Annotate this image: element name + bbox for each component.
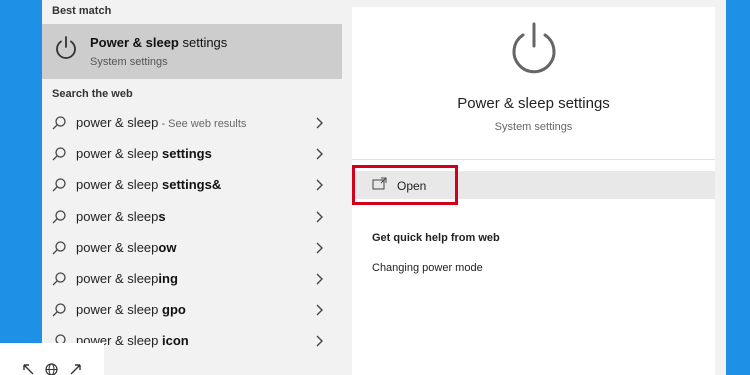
web-result-label: power & sleeping: [76, 271, 178, 286]
chevron-right-icon[interactable]: [314, 272, 324, 286]
arrow-up-right-icon[interactable]: [70, 363, 82, 375]
chevron-right-icon[interactable]: [314, 147, 324, 161]
search-icon: [52, 178, 66, 192]
web-result-item[interactable]: power & sleeps: [42, 202, 342, 232]
chevron-right-icon[interactable]: [314, 303, 324, 317]
web-result-label: power & sleep gpo: [76, 302, 186, 318]
preview-pane: Power & sleep settings System settings O…: [352, 7, 715, 375]
power-icon: [512, 22, 556, 74]
search-results-panel: Best match Power & sleep settings System…: [42, 0, 726, 375]
search-icon: [52, 303, 66, 317]
preview-title: Power & sleep settings: [457, 95, 610, 112]
web-result-item[interactable]: power & sleep gpo: [42, 295, 342, 325]
web-result-label: power & sleep - See web results: [76, 115, 247, 130]
web-result-item[interactable]: power & sleep settings: [42, 139, 342, 169]
open-button-highlight: [352, 165, 458, 205]
search-icon: [52, 147, 66, 161]
best-match-heading: Best match: [52, 5, 112, 17]
help-link-power-mode[interactable]: Changing power mode: [372, 262, 483, 274]
quick-help-heading: Get quick help from web: [372, 232, 500, 244]
divider: [352, 159, 715, 160]
best-match-subtitle: System settings: [90, 56, 168, 68]
power-icon: [56, 36, 76, 59]
chevron-right-icon[interactable]: [314, 241, 324, 255]
search-web-heading: Search the web: [52, 88, 133, 100]
search-icon: [52, 241, 66, 255]
arrow-up-left-icon[interactable]: [22, 363, 34, 375]
web-result-label: power & sleep settings&: [76, 177, 222, 193]
chevron-right-icon[interactable]: [314, 178, 324, 192]
preview-subtitle: System settings: [494, 121, 573, 133]
best-match-item[interactable]: Power & sleep settings System settings: [42, 24, 342, 79]
globe-icon[interactable]: [45, 363, 58, 375]
best-match-title: Power & sleep settings: [90, 35, 228, 50]
search-icon: [52, 116, 66, 130]
chevron-right-icon[interactable]: [314, 334, 324, 348]
web-result-label: power & sleeps: [76, 208, 166, 224]
chevron-right-icon[interactable]: [314, 210, 324, 224]
tray-area: [0, 343, 104, 375]
web-result-item[interactable]: power & sleeping: [42, 264, 342, 294]
web-result-item[interactable]: power & sleepow: [42, 233, 342, 263]
search-icon: [52, 272, 66, 286]
search-icon: [52, 209, 66, 224]
web-result-label: power & sleepow: [76, 239, 177, 255]
results-list: Best match Power & sleep settings System…: [42, 0, 342, 375]
web-result-item[interactable]: power & sleep - See web results: [42, 108, 342, 138]
web-result-label: power & sleep settings: [76, 146, 212, 162]
chevron-right-icon[interactable]: [314, 116, 324, 130]
web-result-item[interactable]: power & sleep settings&: [42, 170, 342, 200]
